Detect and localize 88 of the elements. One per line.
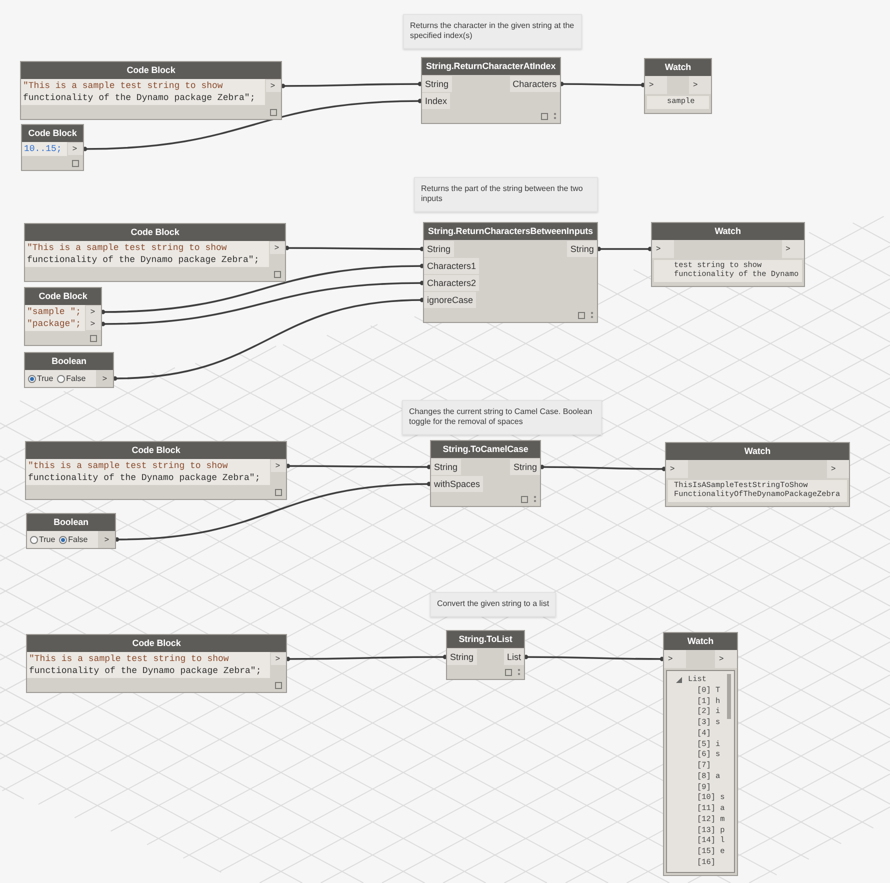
square-icon[interactable] [275,488,282,496]
node-tooltip: Returns the character in the given string at the specified index(s) [403,14,582,49]
output-port[interactable]: String [567,241,597,257]
output-port[interactable]: > [689,76,711,94]
square-icon[interactable] [72,160,79,166]
node-title: Code Block [25,224,285,241]
code-line: "sample "; [27,306,82,318]
square-icon[interactable] [540,112,548,120]
radio-icon[interactable] [59,536,68,544]
square-icon[interactable] [274,270,281,278]
node-title: String.ToCamelCase [431,441,540,458]
code-line: 10..15; [24,143,62,155]
code-editor[interactable]: "sample "; "package"; [25,305,86,331]
vertical-dots-icon [590,312,593,318]
node-tooltip: Convert the given string to a list [430,592,556,617]
input-port[interactable]: Characters1 [424,258,480,274]
node-title: String.ReturnCharacterAtIndex [422,58,560,75]
input-port[interactable]: Characters2 [424,275,480,291]
input-port[interactable]: Index [422,93,450,109]
output-port[interactable]: > [67,143,83,155]
input-port[interactable]: String [422,76,452,92]
output-port[interactable]: > [270,460,286,472]
scrollbar-thumb[interactable] [727,674,731,719]
input-port[interactable]: > [666,460,688,478]
node-title: Boolean [25,353,113,370]
square-icon[interactable] [505,668,512,676]
radio-option[interactable]: True [30,535,56,544]
node-title: Watch [666,443,849,460]
node-title: String.ToList [447,631,524,648]
input-port[interactable]: withSpaces [431,476,484,492]
expand-triangle-icon[interactable] [676,677,682,684]
code-line: "package"; [27,318,82,330]
output-port[interactable]: List [504,649,524,665]
output-port[interactable]: Characters [510,76,560,92]
square-icon[interactable] [270,108,277,116]
node-title: Watch [652,223,804,240]
input-port[interactable]: ignoreCase [424,292,476,308]
radio-option[interactable]: False [59,535,88,544]
code-line: "this is a sample test string to show [28,460,228,472]
node-title: Boolean [27,514,115,531]
wire-connector [596,246,652,252]
output-port[interactable]: > [715,650,737,668]
vertical-dots-icon [554,113,556,119]
node-title: Code Block [27,635,286,652]
radio-option[interactable]: False [57,374,86,383]
radio-icon[interactable] [28,374,36,382]
node-tooltip: Returns the part of the string between the two inputs [414,177,598,212]
code-line: functionality of the Dynamo package Zebra"; [28,472,260,484]
code-line: functionality of the Dynamo package Zebra"; [27,254,260,266]
node-title: Code Block [26,442,286,459]
input-port[interactable]: > [664,650,686,668]
output-port[interactable]: > [85,306,101,318]
node-title: Watch [645,59,711,76]
code-line: "This is a sample test string to show [23,80,223,92]
input-port[interactable]: String [447,649,477,665]
output-port[interactable]: > [782,240,804,258]
code-line: functionality of the Dynamo package Zebra"; [29,665,262,677]
input-port[interactable]: > [652,240,674,258]
radio-icon[interactable] [30,536,38,544]
code-line: functionality of the Dynamo package Zebra"; [23,92,256,104]
code-line: "This is a sample test string to show [27,242,227,254]
code-editor[interactable]: "This is a sample test string to show functionality of the Dynamo package Zebra"; [25,241,270,267]
code-editor[interactable]: 10..15; [22,142,68,156]
node-title: String.ReturnCharactersBetweenInputs [424,223,597,240]
output-port[interactable]: > [827,460,849,478]
output-port[interactable]: > [265,80,281,92]
square-icon[interactable] [578,312,585,318]
output-port[interactable]: > [270,653,286,665]
node-title: Watch [664,633,737,650]
node-title: Code Block [25,288,101,305]
radio-option[interactable]: True [28,374,54,383]
code-editor[interactable]: "This is a sample test string to show functionality of the Dynamo package Zebra"; [21,79,266,105]
code-editor[interactable]: "This is a sample test string to show functionality of the Dynamo package Zebra"; [27,652,270,678]
input-port[interactable]: > [645,76,667,94]
node-title: Code Block [22,125,83,142]
input-port[interactable]: String [431,459,461,475]
output-port[interactable]: String [510,459,540,475]
output-port[interactable]: > [269,242,285,254]
code-line: "This is a sample test string to show [29,653,229,665]
square-icon[interactable] [521,496,528,502]
square-icon[interactable] [90,334,97,342]
radio-icon[interactable] [57,374,66,382]
code-editor[interactable]: "this is a sample test string to show functionality of the Dynamo package Zebra"; [26,459,270,485]
node-title: Code Block [21,62,281,79]
output-port[interactable]: > [85,318,101,330]
node-tooltip: Changes the current string to Camel Case. Boolean toggle for the removal of spaces [402,400,602,435]
square-icon[interactable] [275,682,282,688]
input-port[interactable]: String [424,241,454,257]
